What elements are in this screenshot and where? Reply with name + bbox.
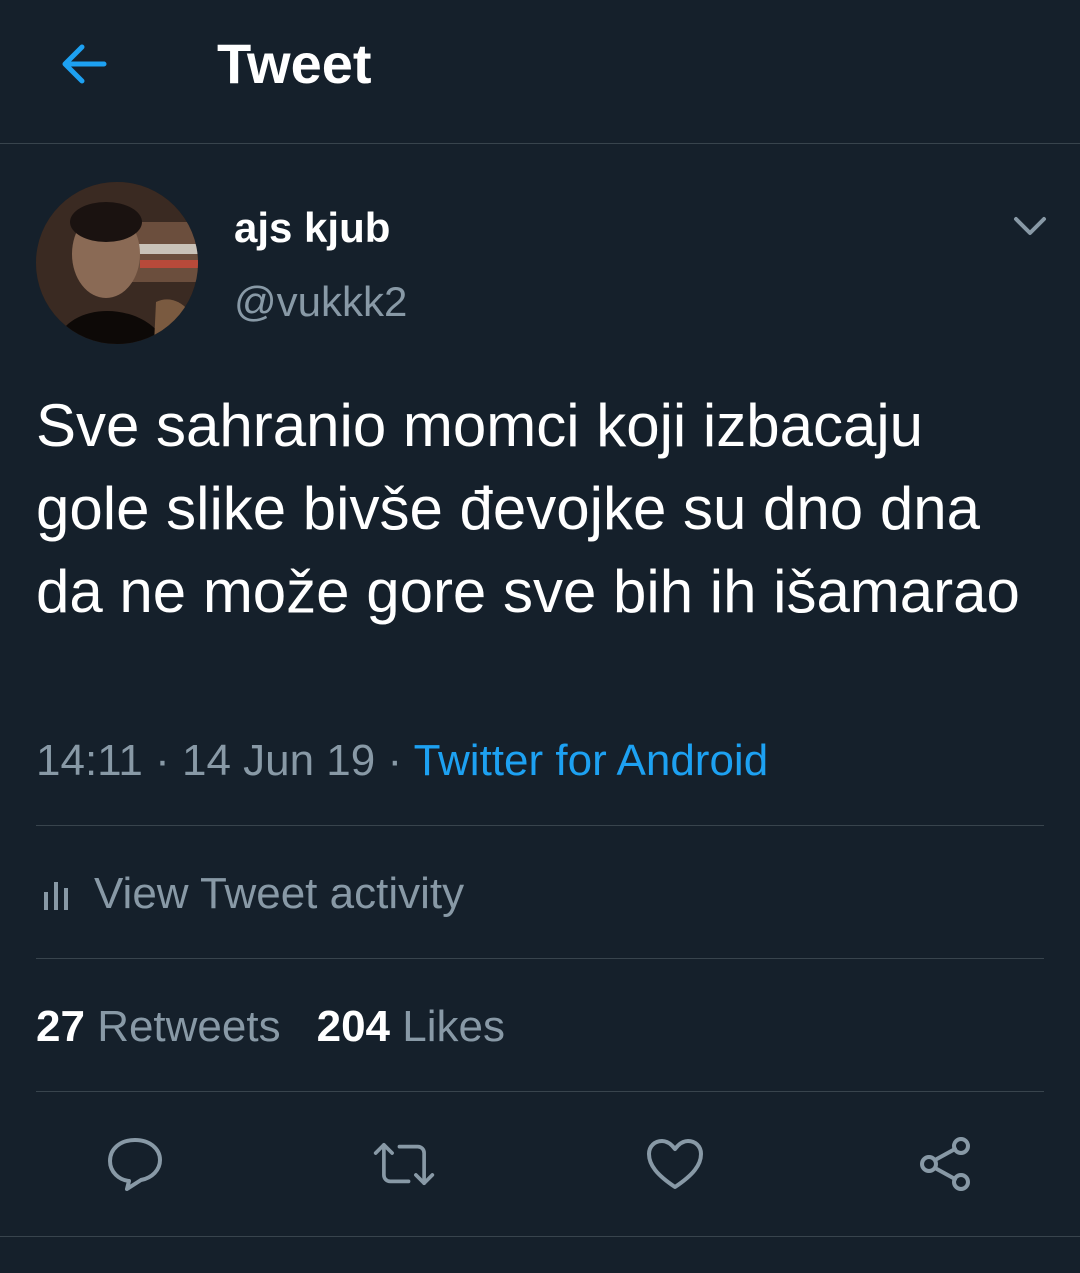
divider xyxy=(36,1091,1044,1092)
more-options-button[interactable] xyxy=(1008,204,1052,248)
reply-button[interactable] xyxy=(103,1132,167,1196)
divider xyxy=(36,958,1044,959)
retweet-icon xyxy=(373,1142,435,1186)
meta-separator: · xyxy=(387,736,403,785)
likes-stat[interactable]: 204 Likes xyxy=(317,1000,505,1054)
share-icon xyxy=(920,1137,970,1191)
divider xyxy=(36,825,1044,826)
likes-count: 204 xyxy=(316,1002,391,1051)
reply-icon xyxy=(108,1138,162,1191)
retweets-stat[interactable]: 27 Retweets xyxy=(36,1000,281,1054)
author-handle[interactable]: @vukkk2 xyxy=(234,276,407,328)
like-button[interactable] xyxy=(643,1132,707,1196)
author-display-name[interactable]: ajs kjub xyxy=(234,202,390,254)
likes-label: Likes xyxy=(402,1002,505,1051)
tweet-date: 14 Jun 19 xyxy=(181,736,376,785)
view-tweet-activity-label: View Tweet activity xyxy=(94,869,465,918)
tweet-source-link[interactable]: Twitter for Android xyxy=(414,736,769,785)
chevron-down-icon xyxy=(1014,217,1046,235)
page-title: Tweet xyxy=(217,32,372,95)
share-button[interactable] xyxy=(913,1132,977,1196)
tweet-stats: 27 Retweets 204 Likes xyxy=(36,1000,505,1054)
back-button[interactable] xyxy=(52,34,116,94)
top-bar: Tweet xyxy=(0,0,1080,144)
retweets-count: 27 xyxy=(36,1002,85,1051)
tweet-time: 14:11 xyxy=(36,736,143,785)
view-tweet-activity-button[interactable]: View Tweet activity xyxy=(36,864,464,924)
retweet-button[interactable] xyxy=(372,1132,436,1196)
divider xyxy=(0,1236,1080,1237)
avatar[interactable] xyxy=(36,182,198,344)
arrow-left-icon xyxy=(62,44,107,84)
meta-separator: · xyxy=(155,736,170,785)
avatar-photo xyxy=(36,182,198,344)
retweets-label: Retweets xyxy=(97,1002,281,1051)
like-icon xyxy=(647,1139,703,1189)
bar-chart-icon xyxy=(36,874,76,914)
tweet-meta: 14:11 · 14 Jun 19 · Twitter for Android xyxy=(36,734,768,788)
tweet-text: Sve sahranio momci koji izbacaju gole sl… xyxy=(36,392,1020,625)
